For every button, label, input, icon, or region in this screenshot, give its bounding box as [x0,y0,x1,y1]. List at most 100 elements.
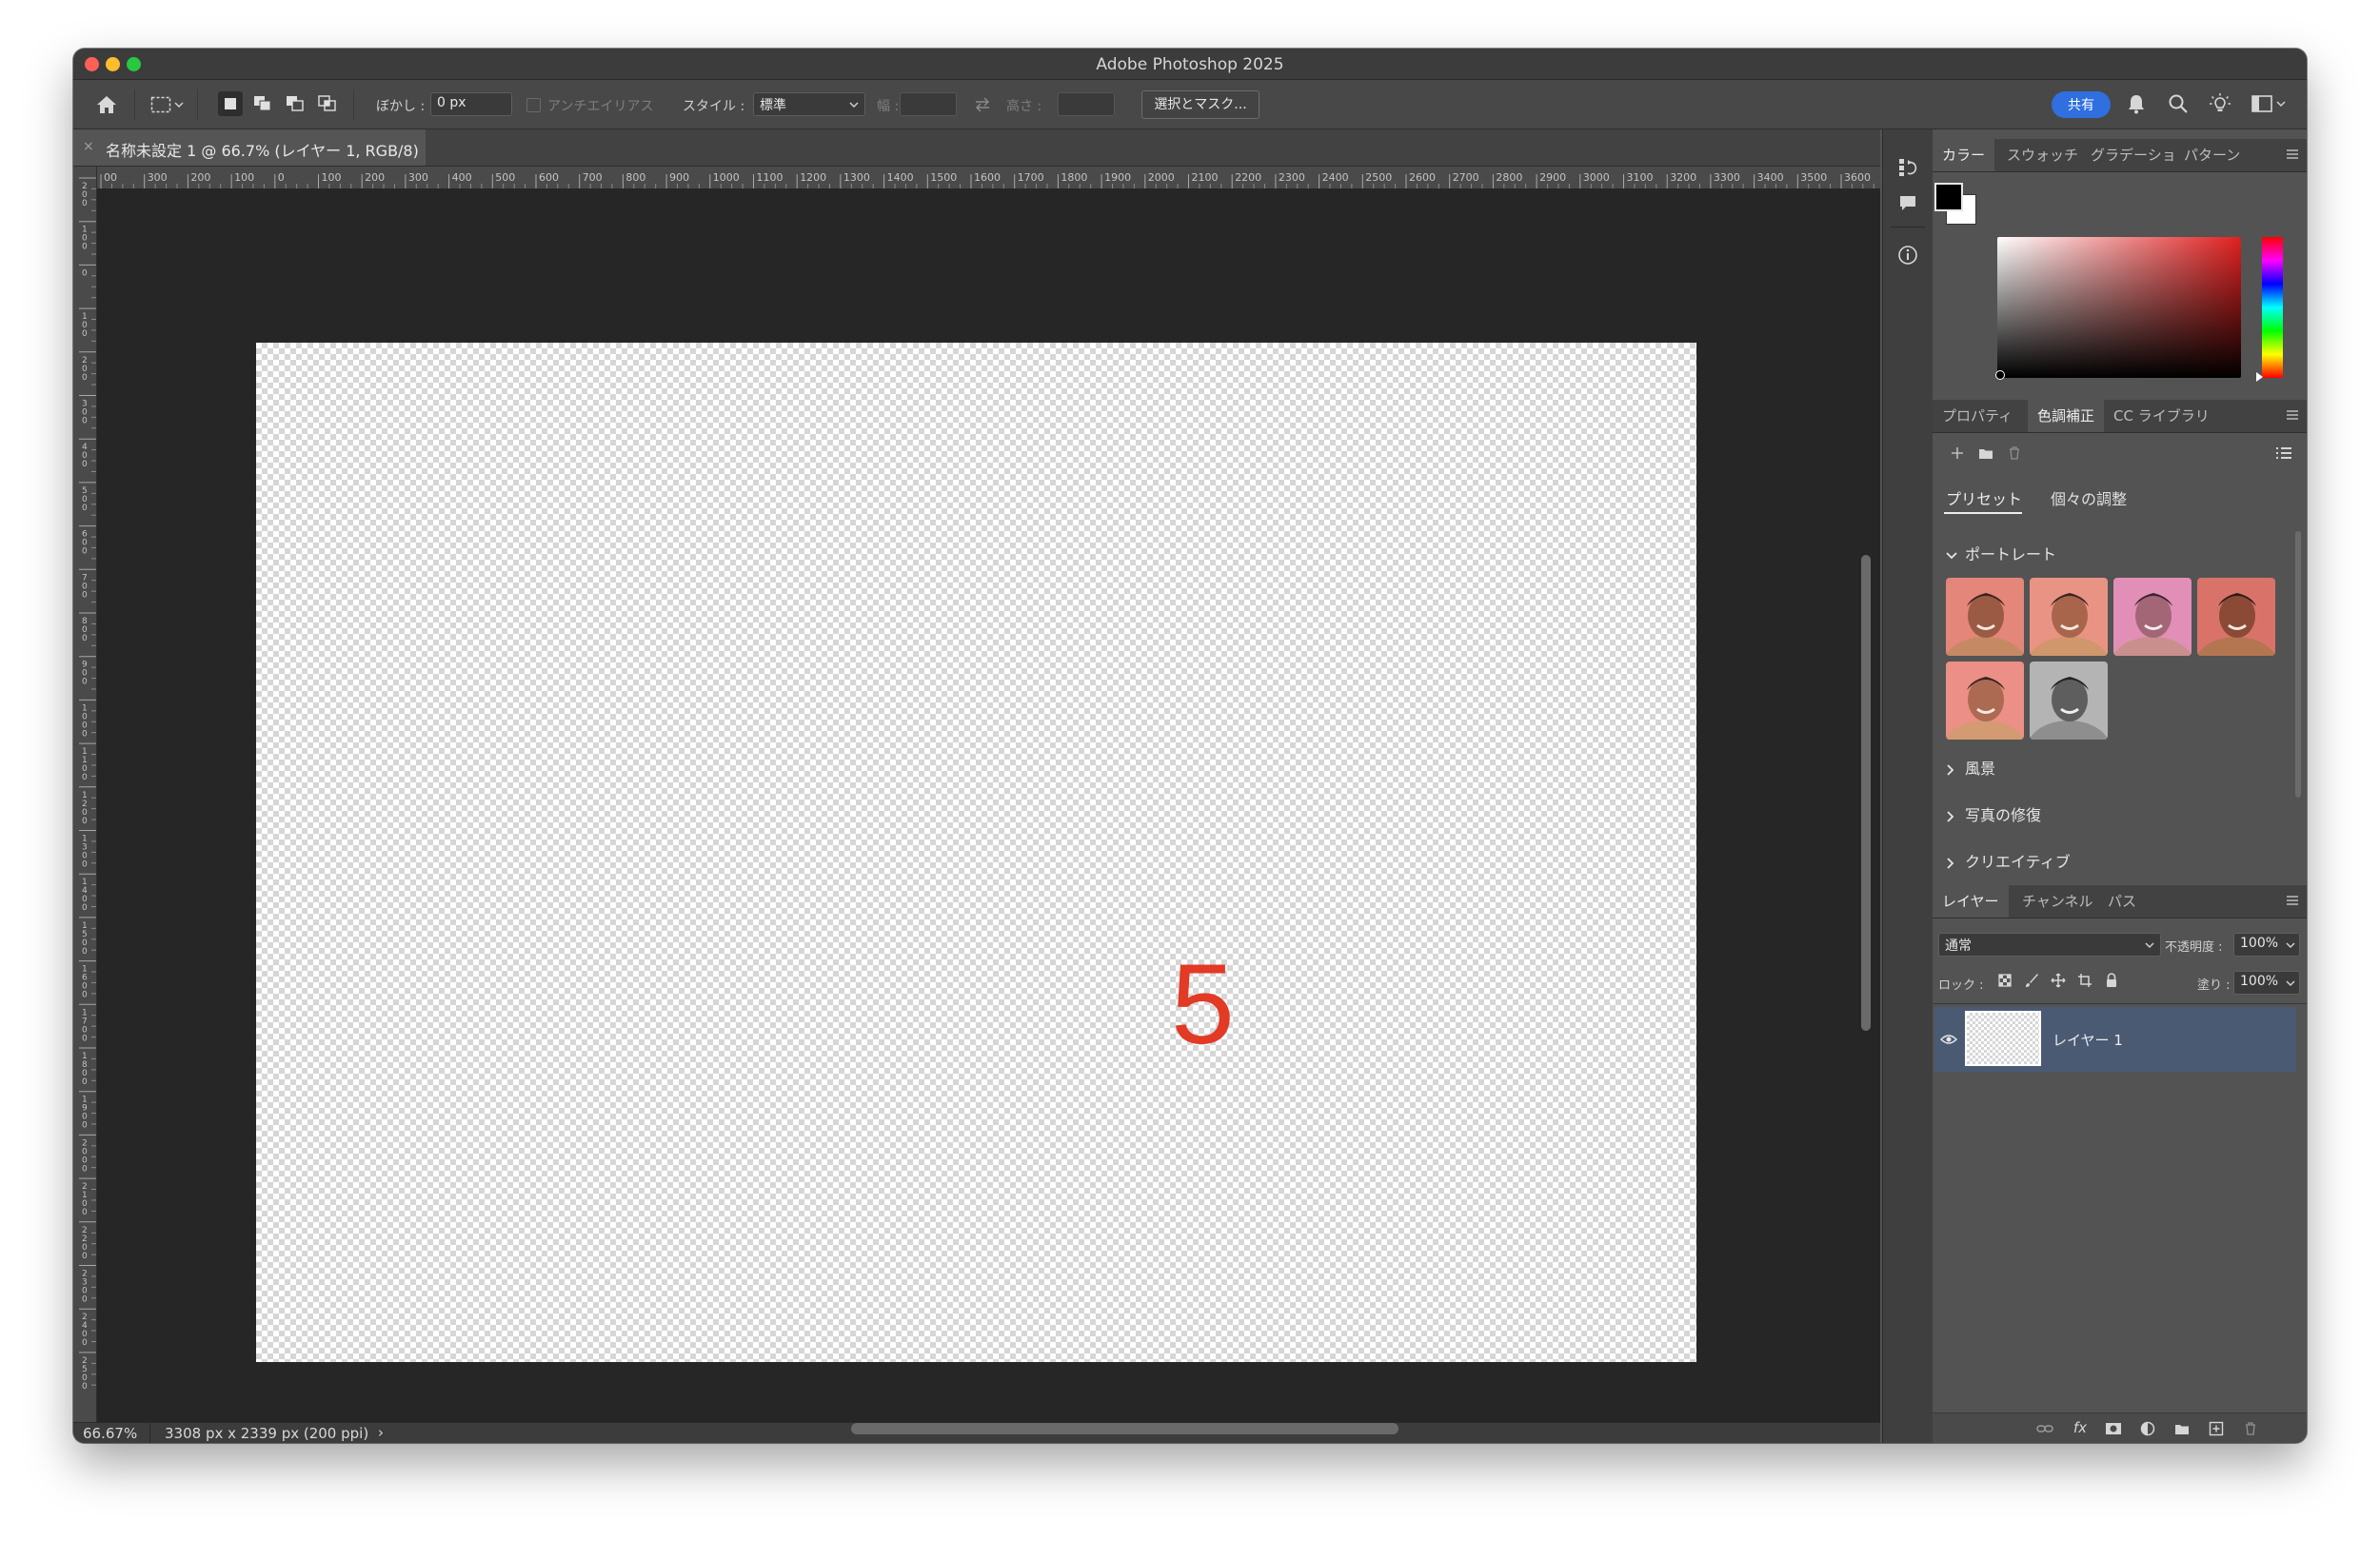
select-and-mask-button[interactable]: 選択とマスク... [1141,90,1259,119]
layer-row[interactable]: レイヤー 1 [1934,1007,2296,1072]
opacity-input[interactable]: 100% [2233,933,2300,957]
photoshop-window: Adobe Photoshop 2025 ぼかし : 0 px アンチエイリアス… [73,49,2307,1443]
section-landscape-label: 風景 [1965,760,1996,778]
close-tab-icon[interactable]: × [83,139,94,154]
bell-icon[interactable] [2124,91,2149,116]
section-portrait[interactable]: ポートレート [1946,542,2056,564]
workspace-chevron-icon[interactable] [2274,97,2288,110]
tab-patterns[interactable]: パターン [2174,139,2250,171]
tab-channels[interactable]: チャンネル [2013,885,2103,918]
foreground-color-swatch[interactable] [1934,183,1963,211]
preset-thumbnail[interactable] [1946,662,2024,740]
tab-adjustments[interactable]: 色調補正 [2028,400,2105,432]
fill-value: 100% [2240,974,2279,989]
zoom-level[interactable]: 66.67% [83,1425,137,1442]
subtab-presets[interactable]: プリセット [1946,486,2022,509]
panel-menu-icon[interactable] [2286,148,2299,160]
tab-gradients[interactable]: グラデーショ [2081,139,2186,171]
lock-position-move-icon[interactable] [2049,971,2068,990]
swap-dimensions-icon[interactable] [972,94,993,115]
opacity-value: 100% [2240,936,2279,951]
ruler-label: 100 [322,171,342,184]
preset-thumbnail[interactable] [1946,578,2024,656]
vertical-scrollbar[interactable] [1861,555,1871,1031]
ruler-label: 0 [82,590,88,600]
height-input[interactable] [1058,92,1115,116]
tab-paths[interactable]: パス [2098,885,2146,918]
tab-color[interactable]: カラー [1933,139,1995,171]
section-photo-repair[interactable]: 写真の修復 [1946,802,2041,825]
adjustment-icon[interactable] [2138,1419,2157,1438]
ruler-label: 3600 [1844,171,1871,184]
fill-input[interactable]: 100% [2233,971,2300,995]
status-menu-arrow-icon[interactable]: › [378,1424,384,1441]
section-creative[interactable]: クリエイティブ [1946,849,2071,872]
lock-artboard-crop-icon[interactable] [2075,971,2094,990]
workspace-icon[interactable] [2250,91,2274,116]
tab-swatches[interactable]: スウォッチ [1997,139,2088,171]
intersect-selection-icon[interactable] [315,91,340,116]
fx-icon[interactable]: fx [2070,1417,2091,1438]
ruler-label: 0 [82,1252,88,1261]
antialias-checkbox[interactable] [526,98,541,112]
discover-lightbulb-icon[interactable] [2208,91,2232,116]
document-canvas[interactable] [256,343,1696,1362]
ruler-label: 700 [583,171,603,184]
share-button[interactable]: 共有 [2052,91,2111,118]
history-icon[interactable] [1896,156,1919,179]
ruler-label: 1800 [1061,171,1087,184]
ruler-label: 2500 [1365,171,1392,184]
add-to-selection-icon[interactable] [250,91,275,116]
hue-slider-handle[interactable] [2256,372,2263,382]
preset-thumbnail[interactable] [2030,578,2108,656]
new-selection-icon[interactable] [218,91,243,116]
lock-pixels-brush-icon[interactable] [2022,971,2041,990]
color-field[interactable] [1997,237,2241,378]
trash-icon[interactable] [2241,1419,2260,1438]
home-icon[interactable] [94,92,119,117]
right-panels: カラー スウォッチ グラデーショ パターン プロパティ 色調補正 CC ライブラ… [1933,129,2307,1443]
style-select[interactable]: 標準 [753,92,865,116]
marquee-tool-icon[interactable] [149,93,172,116]
subtract-from-selection-icon[interactable] [283,91,307,116]
tab-layers[interactable]: レイヤー [1933,885,2009,918]
document-tab[interactable]: × 名称未設定 1 @ 66.7% (レイヤー 1, RGB/8) [73,129,426,166]
section-landscape[interactable]: 風景 [1946,756,1995,779]
info-icon[interactable] [1896,244,1919,267]
tab-cc-libraries[interactable]: CC ライブラリ [2104,400,2219,432]
hue-slider[interactable] [2262,237,2283,378]
search-icon[interactable] [2166,91,2191,116]
tab-properties[interactable]: プロパティ [1933,400,2022,432]
preset-thumbnail[interactable] [2113,578,2192,656]
folder-icon[interactable] [2172,1419,2192,1438]
link-icon[interactable] [2035,1419,2054,1438]
subtab-individual[interactable]: 個々の調整 [2051,486,2127,509]
panel-menu-icon[interactable] [2286,895,2299,906]
blend-mode-select[interactable]: 通常 [1938,933,2161,957]
trash-icon[interactable] [2005,444,2024,463]
adjustments-scrollbar[interactable] [2295,531,2301,798]
add-icon[interactable] [1948,444,1967,463]
ruler-label: 900 [669,171,689,184]
lock-all-icon[interactable] [2102,971,2121,990]
canvas-area[interactable]: 5 [97,188,1880,1443]
mask-icon[interactable] [2104,1419,2123,1438]
eye-icon[interactable] [1938,1030,1959,1049]
folder-icon[interactable] [1976,444,1995,463]
list-view-icon[interactable] [2273,444,2294,463]
feather-input[interactable]: 0 px [430,92,512,116]
color-picker-handle[interactable] [1995,370,2005,380]
comments-icon[interactable] [1896,192,1919,215]
ruler-label: 0 [82,373,88,383]
horizontal-scrollbar[interactable] [851,1423,1398,1434]
new-layer-icon[interactable] [2207,1419,2226,1438]
fill-label: 塗り : [2197,978,2231,993]
ruler-label: 0 [82,991,88,1000]
width-input[interactable] [900,92,957,116]
panel-menu-icon[interactable] [2286,409,2299,421]
lock-transparency-icon[interactable] [1995,971,2014,990]
ruler-label: 2700 [1453,171,1479,184]
preset-thumbnail[interactable] [2197,578,2275,656]
preset-thumbnail[interactable] [2030,662,2108,740]
tool-preset-chevron-icon[interactable] [172,97,186,112]
